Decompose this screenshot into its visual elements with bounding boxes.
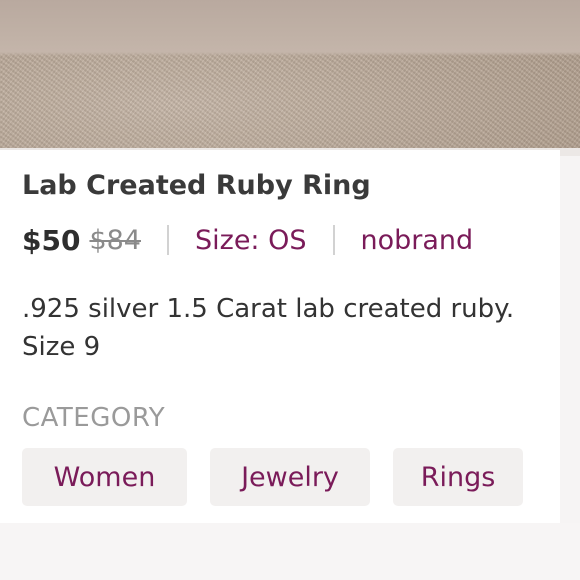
category-heading: CATEGORY [22,403,166,433]
category-chip-rings[interactable]: Rings [393,448,523,506]
price-row: $50 $84 Size: OS nobrand [22,222,473,258]
original-price: $84 [89,224,141,256]
category-chip-jewelry[interactable]: Jewelry [210,448,370,506]
brand-link[interactable]: nobrand [361,225,474,256]
category-chip-women[interactable]: Women [22,448,187,506]
size-link[interactable]: Size: OS [195,225,307,256]
listing-title: Lab Created Ruby Ring [22,170,371,201]
product-photo[interactable] [0,0,580,150]
listing-description: .925 silver 1.5 Carat lab created ruby. … [22,294,515,362]
current-price: $50 [22,223,81,257]
divider [167,225,169,255]
divider [332,225,335,255]
page-footer-area [0,523,580,580]
